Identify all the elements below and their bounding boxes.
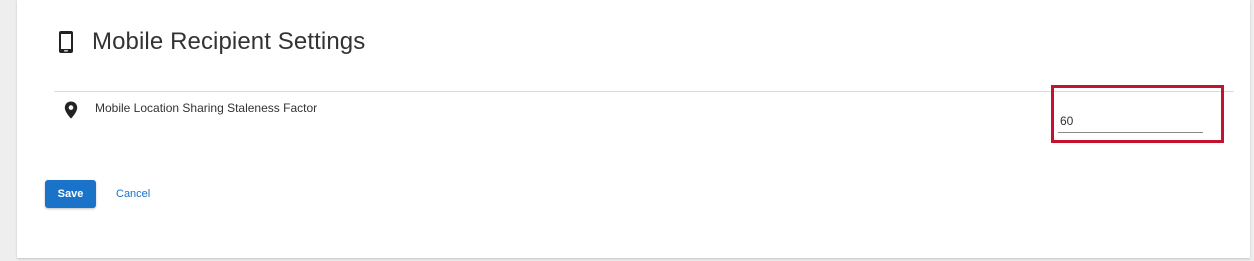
setting-label: Mobile Location Sharing Staleness Factor <box>95 101 318 115</box>
mobile-phone-icon <box>58 30 74 54</box>
staleness-factor-field <box>1058 112 1205 133</box>
cancel-button[interactable]: Cancel <box>107 180 159 208</box>
staleness-factor-input[interactable] <box>1058 112 1205 130</box>
location-pin-icon <box>64 101 78 119</box>
save-button[interactable]: Save <box>45 180 96 208</box>
page-title: Mobile Recipient Settings <box>92 28 366 55</box>
setting-row-staleness-factor: Mobile Location Sharing Staleness Factor <box>64 100 317 119</box>
section-header: Mobile Recipient Settings <box>58 28 365 56</box>
